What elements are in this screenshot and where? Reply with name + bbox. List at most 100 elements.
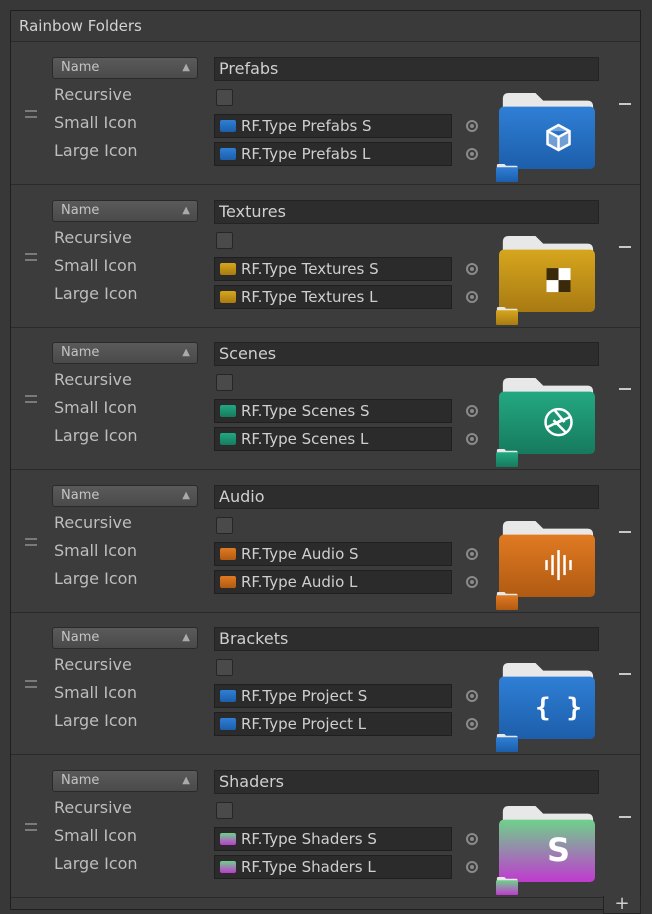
large-texture-icon bbox=[220, 860, 236, 873]
large-icon-value: RF.Type Audio L bbox=[241, 572, 358, 591]
match-mode-dropdown[interactable]: Name ▲ bbox=[52, 627, 198, 649]
remove-rule-button[interactable] bbox=[619, 388, 631, 390]
drag-handle-icon[interactable] bbox=[25, 537, 37, 546]
large-icon-picker-icon[interactable] bbox=[466, 860, 478, 873]
recursive-checkbox[interactable] bbox=[216, 516, 233, 534]
recursive-label: Recursive bbox=[54, 655, 132, 674]
match-mode-dropdown[interactable]: Name ▲ bbox=[52, 769, 198, 792]
small-icon-field[interactable]: RF.Type Shaders S bbox=[214, 826, 452, 851]
small-icon-value: RF.Type Project S bbox=[241, 687, 368, 705]
large-texture-icon bbox=[220, 575, 236, 588]
large-icon-field[interactable]: RF.Type Textures L bbox=[214, 284, 452, 309]
folder-preview-icon bbox=[499, 520, 595, 597]
large-icon-picker-icon[interactable] bbox=[466, 148, 478, 160]
dropdown-arrows-icon: ▲ bbox=[182, 62, 190, 73]
large-icon-label: Large Icon bbox=[54, 711, 138, 730]
match-mode-dropdown[interactable]: Name ▲ bbox=[52, 199, 198, 222]
drag-handle-icon[interactable] bbox=[25, 822, 37, 831]
small-icon-field[interactable]: RF.Type Audio S bbox=[214, 541, 452, 566]
large-icon-field[interactable]: RF.Type Audio L bbox=[214, 569, 452, 594]
large-texture-icon bbox=[220, 718, 236, 730]
add-rule-button[interactable]: + bbox=[603, 895, 641, 914]
small-icon-value: RF.Type Scenes S bbox=[241, 402, 370, 420]
match-mode-label: Name bbox=[61, 630, 100, 645]
folder-name-field[interactable]: Brackets bbox=[214, 627, 599, 651]
svg-text:{ }: { } bbox=[535, 693, 582, 723]
match-mode-label: Name bbox=[61, 487, 100, 503]
match-mode-label: Name bbox=[61, 345, 100, 360]
dropdown-arrows-icon: ▲ bbox=[182, 774, 190, 786]
small-icon-picker-icon[interactable] bbox=[466, 405, 478, 417]
recursive-checkbox[interactable] bbox=[216, 374, 233, 391]
folder-mini-preview-icon bbox=[496, 734, 518, 752]
small-icon-value: RF.Type Textures S bbox=[241, 259, 379, 278]
large-icon-field[interactable]: RF.Type Prefabs L bbox=[214, 142, 452, 166]
folder-mini-preview-icon bbox=[496, 306, 518, 325]
recursive-label: Recursive bbox=[54, 227, 132, 247]
folder-name-field[interactable]: Audio bbox=[214, 484, 599, 509]
large-icon-field[interactable]: RF.Type Scenes L bbox=[214, 427, 452, 451]
small-icon-value: RF.Type Audio S bbox=[241, 544, 359, 563]
small-icon-label: Small Icon bbox=[54, 825, 137, 845]
large-icon-value: RF.Type Project L bbox=[241, 715, 367, 733]
folder-mini-preview-icon bbox=[496, 876, 518, 895]
large-icon-value: RF.Type Shaders L bbox=[241, 857, 376, 876]
small-texture-icon bbox=[220, 547, 236, 560]
small-icon-picker-icon[interactable] bbox=[466, 690, 478, 702]
small-icon-field[interactable]: RF.Type Textures S bbox=[214, 256, 452, 281]
folder-name-field[interactable]: Textures bbox=[214, 199, 599, 224]
folder-name-field[interactable]: Scenes bbox=[214, 342, 599, 366]
large-icon-field[interactable]: RF.Type Project L bbox=[214, 712, 452, 736]
recursive-checkbox[interactable] bbox=[216, 89, 233, 106]
large-texture-icon bbox=[220, 290, 236, 303]
match-mode-dropdown[interactable]: Name ▲ bbox=[52, 57, 198, 79]
drag-handle-icon[interactable] bbox=[25, 395, 37, 403]
small-icon-picker-icon[interactable] bbox=[466, 120, 478, 132]
remove-rule-button[interactable] bbox=[619, 815, 631, 818]
folder-name-field[interactable]: Prefabs bbox=[214, 57, 599, 81]
recursive-checkbox[interactable] bbox=[216, 659, 233, 676]
match-mode-label: Name bbox=[61, 60, 100, 75]
large-icon-label: Large Icon bbox=[54, 426, 138, 445]
large-icon-value: RF.Type Textures L bbox=[241, 287, 378, 306]
small-texture-icon bbox=[220, 262, 236, 275]
match-mode-label: Name bbox=[61, 772, 100, 788]
large-icon-picker-icon[interactable] bbox=[466, 290, 478, 303]
recursive-checkbox[interactable] bbox=[216, 231, 233, 249]
small-icon-field[interactable]: RF.Type Scenes S bbox=[214, 399, 452, 423]
small-icon-field[interactable]: RF.Type Prefabs S bbox=[214, 114, 452, 138]
large-icon-picker-icon[interactable] bbox=[466, 575, 478, 588]
small-icon-picker-icon[interactable] bbox=[466, 262, 478, 275]
remove-rule-button[interactable] bbox=[619, 673, 631, 675]
folder-mini-preview-icon bbox=[496, 164, 518, 182]
large-icon-label: Large Icon bbox=[54, 283, 138, 303]
large-icon-value: RF.Type Scenes L bbox=[241, 430, 369, 448]
large-icon-picker-icon[interactable] bbox=[466, 718, 478, 730]
recursive-checkbox[interactable] bbox=[216, 801, 233, 819]
drag-handle-icon[interactable] bbox=[25, 680, 37, 688]
dropdown-arrows-icon: ▲ bbox=[182, 204, 190, 216]
small-icon-label: Small Icon bbox=[54, 683, 137, 702]
small-icon-picker-icon[interactable] bbox=[466, 832, 478, 845]
folder-preview-icon: { } bbox=[499, 663, 595, 739]
remove-rule-button[interactable] bbox=[619, 530, 631, 533]
large-icon-field[interactable]: RF.Type Shaders L bbox=[214, 854, 452, 879]
small-icon-label: Small Icon bbox=[54, 113, 137, 132]
large-texture-icon bbox=[220, 148, 236, 160]
remove-rule-button[interactable] bbox=[619, 103, 631, 105]
small-icon-field[interactable]: RF.Type Project S bbox=[214, 684, 452, 708]
folder-rule-entry: Name ▲ Textures Recursive Small Icon Lar… bbox=[11, 186, 640, 328]
large-icon-picker-icon[interactable] bbox=[466, 433, 478, 445]
svg-text:S: S bbox=[547, 831, 570, 869]
drag-handle-icon[interactable] bbox=[25, 252, 37, 261]
folder-name-field[interactable]: Shaders bbox=[214, 769, 599, 794]
small-icon-picker-icon[interactable] bbox=[466, 547, 478, 560]
match-mode-dropdown[interactable]: Name ▲ bbox=[52, 484, 198, 507]
match-mode-dropdown[interactable]: Name ▲ bbox=[52, 342, 198, 364]
window-title: Rainbow Folders bbox=[11, 11, 640, 42]
recursive-label: Recursive bbox=[54, 797, 132, 817]
drag-handle-icon[interactable] bbox=[25, 110, 37, 118]
remove-rule-button[interactable] bbox=[619, 245, 631, 248]
folder-preview-icon bbox=[499, 378, 595, 454]
small-texture-icon bbox=[220, 832, 236, 845]
